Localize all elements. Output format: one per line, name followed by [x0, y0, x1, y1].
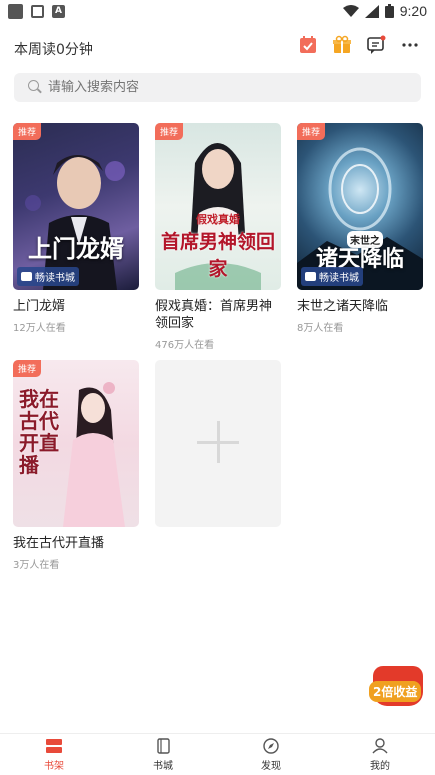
cover-subtitle: 假戏真婚	[196, 213, 240, 226]
profile-icon	[371, 738, 389, 754]
nav-label: 书城	[153, 761, 173, 772]
book-cover[interactable]: 推荐 末世之 诸天降临 畅读书城	[297, 123, 423, 290]
nav-discover[interactable]: 发现	[241, 738, 301, 772]
search-bar[interactable]	[14, 73, 421, 102]
book-readers: 3万人在看	[13, 560, 60, 571]
checkin-calendar-icon[interactable]	[297, 34, 319, 56]
gift-icon[interactable]	[331, 34, 353, 56]
cover-title: 我在古代开直播	[19, 387, 59, 477]
book-cover[interactable]: 推荐 上门龙婿 畅读书城	[13, 123, 139, 290]
publisher-tag: 畅读书城	[301, 267, 363, 286]
book-title: 我在古代开直播	[13, 536, 105, 551]
book-cover[interactable]: 推荐 我在古代开直播	[13, 360, 139, 527]
cover-title: 上门龙婿	[28, 235, 124, 263]
top-header: 本周读0分钟	[0, 30, 435, 66]
a-notification-icon: A	[52, 5, 65, 18]
nav-bookstore[interactable]: 书城	[133, 738, 193, 772]
message-icon[interactable]	[365, 34, 387, 56]
app-notification-icon	[8, 4, 23, 19]
weekly-read-time: 本周读0分钟	[14, 42, 93, 58]
book-card[interactable]: 推荐 我在古代开直播 我在古代开直播 3万人在看	[13, 360, 139, 571]
book-cover[interactable]: 推荐 假戏真婚 首席男神领回家	[155, 123, 281, 290]
publisher-tag: 畅读书城	[17, 267, 79, 286]
recommend-badge: 推荐	[13, 123, 42, 140]
publisher-name: 畅读书城	[35, 273, 75, 284]
recommend-badge: 推荐	[155, 123, 184, 140]
bookstore-icon	[154, 738, 172, 754]
book-readers: 12万人在看	[13, 323, 66, 334]
recommend-badge: 推荐	[297, 123, 326, 140]
grid-notification-icon	[31, 5, 44, 18]
double-earnings-promo[interactable]: 2倍收益	[369, 666, 425, 710]
discover-icon	[262, 738, 280, 754]
bottom-navigation: 书架 书城 发现 我的	[0, 733, 435, 775]
promo-label: 2倍收益	[369, 681, 422, 702]
book-title: 末世之诸天降临	[297, 299, 389, 314]
book-card[interactable]: 推荐 假戏真婚 首席男神领回家 假戏真婚：首席男神领回家 476万人在看	[155, 123, 281, 351]
book-title: 上门龙婿	[13, 299, 66, 314]
book-title: 假戏真婚：首席男神领回家	[155, 299, 273, 331]
book-readers: 476万人在看	[155, 340, 215, 351]
signal-icon	[364, 4, 379, 18]
cover-title: 首席男神领回家	[160, 231, 275, 280]
search-input[interactable]	[48, 73, 408, 102]
status-bar: A 9:20	[0, 0, 435, 24]
nav-label: 我的	[370, 761, 390, 772]
search-icon	[28, 80, 39, 91]
book-readers: 8万人在看	[297, 323, 344, 334]
recommend-badge: 推荐	[13, 360, 42, 377]
nav-label: 发现	[261, 761, 281, 772]
bookshelf-icon	[45, 738, 63, 754]
battery-icon	[384, 4, 394, 18]
more-icon[interactable]	[399, 34, 421, 56]
book-card[interactable]: 推荐 末世之 诸天降临 畅读书城 末世之诸天降临 8万人在看	[297, 123, 423, 334]
publisher-logo-icon	[305, 272, 316, 281]
nav-label: 书架	[44, 761, 64, 772]
add-book-button[interactable]	[155, 360, 281, 527]
nav-bookshelf[interactable]: 书架	[24, 738, 84, 772]
nav-profile[interactable]: 我的	[350, 738, 410, 772]
clock: 9:20	[399, 3, 427, 19]
publisher-logo-icon	[21, 272, 32, 281]
wifi-icon	[342, 4, 359, 17]
publisher-name: 畅读书城	[319, 273, 359, 284]
book-card[interactable]: 推荐 上门龙婿 畅读书城 上门龙婿 12万人在看	[13, 123, 139, 334]
